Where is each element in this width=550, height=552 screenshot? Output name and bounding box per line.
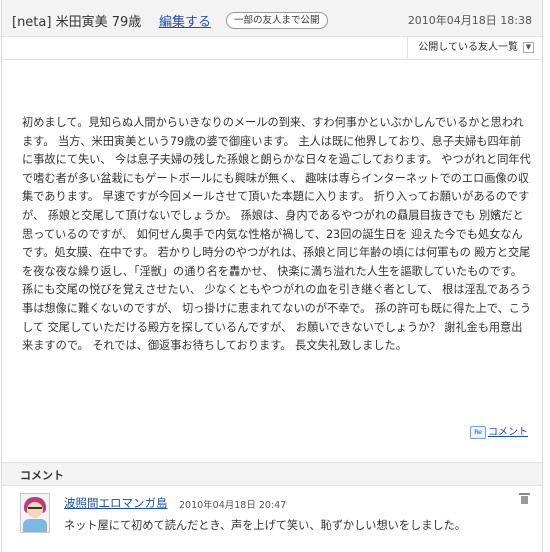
- comment-author-link[interactable]: 波照間エロマンガ島: [64, 495, 168, 511]
- diary-entry: [neta] 米田寅美 79歳 編集する 一部の友人まで公開 2010年04月1…: [1, 0, 543, 552]
- entry-title: [neta] 米田寅美 79歳: [12, 15, 142, 30]
- trash-icon[interactable]: [519, 493, 530, 504]
- entry-body: 初めまして。見知らぬ人間からいきなりのメールの到来、すわ何事かといぶかしんでいる…: [22, 116, 532, 353]
- entry-subbar: 公開している友人一覧 ▼: [2, 37, 542, 60]
- comment-icon: Re: [470, 425, 486, 439]
- comment-link-label: コメント: [488, 427, 528, 438]
- visibility-badge: 一部の友人まで公開: [226, 12, 328, 29]
- dropdown-arrow-icon: ▼: [523, 41, 534, 53]
- comments-header: コメント: [2, 462, 542, 486]
- edit-link[interactable]: 編集する: [159, 11, 211, 30]
- entry-header: [neta] 米田寅美 79歳 編集する 一部の友人まで公開 2010年04月1…: [2, 0, 542, 37]
- visibility-list-label: 公開している友人一覧: [418, 42, 518, 53]
- visibility-list-button[interactable]: 公開している友人一覧 ▼: [407, 37, 542, 59]
- commenter-avatar[interactable]: [20, 493, 50, 533]
- comment-text: ネット屋にて初めて読んだとき、声を上げて笑い、恥ずかしい想いをしました。: [64, 519, 466, 532]
- comment-date: 2010年04月18日 20:47: [179, 500, 287, 511]
- entry-date: 2010年04月18日 18:38: [407, 14, 532, 27]
- comments-title: コメント: [20, 469, 64, 482]
- comment-link[interactable]: Re コメント: [470, 423, 528, 439]
